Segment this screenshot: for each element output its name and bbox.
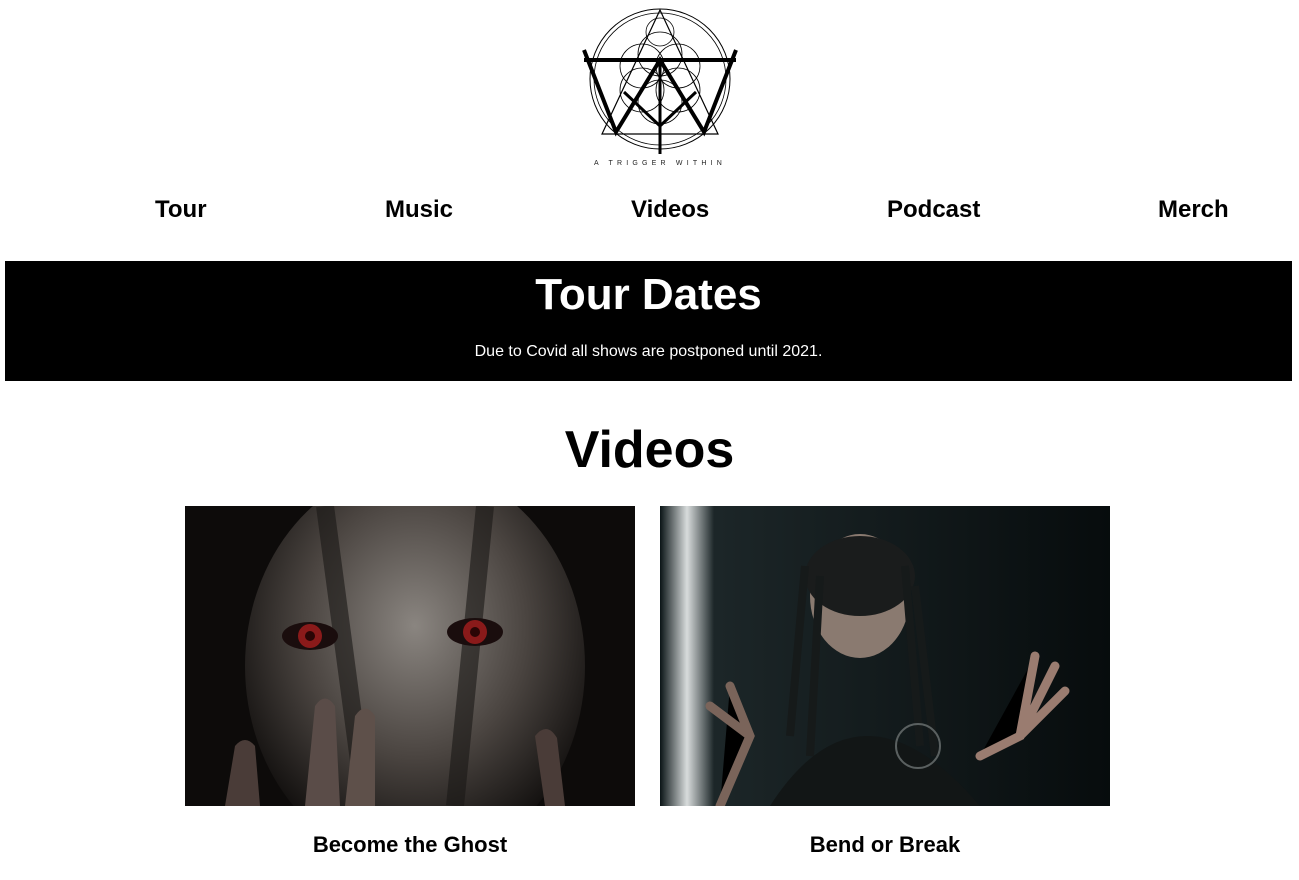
masked-face-red-eyes-thumbnail[interactable] <box>185 506 635 806</box>
tour-dates-notice: Due to Covid all shows are postponed unt… <box>474 343 823 360</box>
nav-item-videos[interactable]: Videos <box>631 190 709 230</box>
logo-wordmark: A TRIGGER WITHIN <box>593 160 727 167</box>
main-nav: Tour Music Videos Podcast Merch <box>0 190 1299 230</box>
video-caption[interactable]: Bend or Break <box>660 830 1110 860</box>
videos-heading: Videos <box>564 421 735 479</box>
nav-item-podcast[interactable]: Podcast <box>887 190 980 230</box>
video-card[interactable]: Become the Ghost <box>185 506 635 860</box>
tour-dates-heading: Tour Dates <box>535 270 762 319</box>
page: A TRIGGER WITHIN Tour Music Videos Podca… <box>0 0 1299 880</box>
nav-item-merch[interactable]: Merch <box>1158 190 1229 230</box>
video-caption[interactable]: Become the Ghost <box>185 830 635 860</box>
video-card[interactable]: Bend or Break <box>660 506 1110 860</box>
nav-item-music[interactable]: Music <box>385 190 453 230</box>
tour-dates-banner: Tour Dates Due to Covid all shows are po… <box>5 261 1292 381</box>
site-logo[interactable]: A TRIGGER WITHIN <box>572 4 748 176</box>
nav-item-tour[interactable]: Tour <box>155 190 207 230</box>
singer-dreadlocks-thumbnail[interactable] <box>660 506 1110 806</box>
sacred-geometry-logo-icon <box>582 8 738 154</box>
